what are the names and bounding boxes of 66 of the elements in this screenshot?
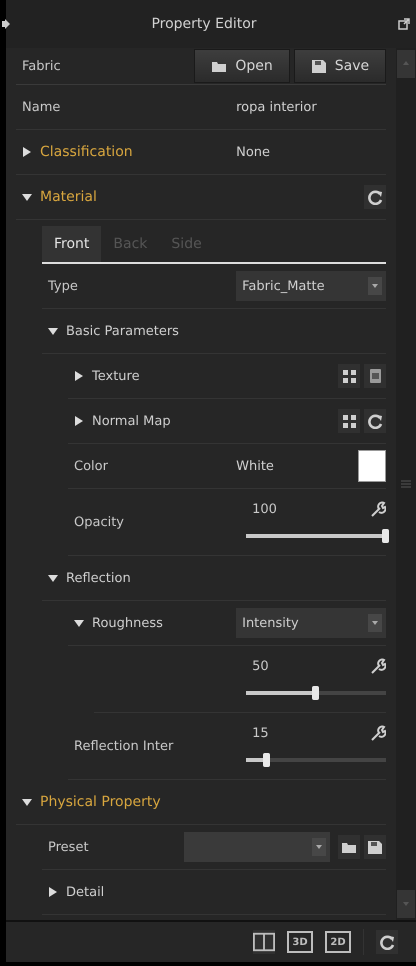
field-label: Name: [22, 100, 60, 114]
field-value: White: [236, 458, 275, 474]
pop-out-icon[interactable]: [398, 18, 410, 30]
expanded-arrow-icon[interactable]: [48, 573, 58, 583]
split-view-button[interactable]: [253, 930, 275, 954]
section-header: Classification: [40, 144, 133, 160]
dropdown[interactable]: Fabric_Matte: [236, 271, 386, 301]
field-label: Fabric: [22, 58, 61, 74]
group-header: Detail: [66, 884, 104, 900]
slider-value: 15: [252, 726, 269, 740]
view-mode-button[interactable]: 2D: [325, 931, 351, 953]
refresh-icon: [380, 934, 394, 950]
refresh-button[interactable]: [364, 409, 386, 433]
group-header: Normal Map: [92, 414, 171, 428]
group-header: Reflection: [66, 570, 131, 586]
section-header: Physical Property: [40, 794, 161, 810]
refresh-icon: [368, 414, 383, 428]
field-label: Color: [74, 458, 108, 474]
section-header: Material: [40, 189, 97, 205]
view-mode-button[interactable]: 3D: [287, 931, 313, 953]
folder-button[interactable]: [338, 835, 360, 859]
grid-button[interactable]: [338, 364, 360, 388]
toolbar-button[interactable]: Open: [194, 49, 290, 83]
field-value: ropa interior: [236, 100, 318, 114]
refresh-button[interactable]: [364, 185, 386, 209]
collapsed-arrow-icon[interactable]: [74, 416, 84, 426]
refresh-button[interactable]: [376, 930, 398, 954]
split-view-icon: [253, 932, 275, 952]
expanded-arrow-icon[interactable]: [48, 326, 58, 336]
field-label: Reflection Inter: [74, 738, 174, 754]
collapsed-arrow-icon[interactable]: [22, 147, 32, 157]
grid-button[interactable]: [338, 409, 360, 433]
grid-icon: [342, 414, 357, 428]
refresh-icon: [368, 190, 383, 204]
field-label: Opacity: [74, 514, 124, 530]
slider-value: 50: [252, 658, 269, 674]
group-header: Basic Parameters: [66, 324, 179, 338]
collapsed-arrow-icon[interactable]: [74, 371, 84, 381]
wrench-icon[interactable]: [370, 501, 386, 517]
field-value: None: [236, 144, 272, 160]
group-header: Roughness: [92, 616, 163, 630]
expanded-arrow-icon[interactable]: [22, 192, 32, 202]
wrench-icon[interactable]: [370, 725, 386, 741]
floppy-disk-button[interactable]: [364, 835, 386, 859]
slider-thumb[interactable]: [312, 686, 320, 700]
folder-icon: [341, 840, 358, 854]
tab[interactable]: Front: [42, 226, 102, 262]
wrench-icon[interactable]: [370, 658, 386, 674]
dropdown[interactable]: Intensity: [236, 608, 386, 638]
scroll-grip-icon: [401, 480, 412, 488]
collapsed-arrow-icon[interactable]: [48, 887, 58, 897]
toolbar-button[interactable]: Save: [294, 49, 386, 83]
field-label: Preset: [48, 840, 89, 854]
document-button[interactable]: [364, 364, 386, 388]
slider-thumb[interactable]: [382, 529, 390, 543]
slider-value: 100: [252, 502, 277, 516]
document-icon: [368, 368, 383, 384]
slider-thumb[interactable]: [263, 753, 270, 767]
expanded-arrow-icon[interactable]: [74, 618, 84, 628]
expanded-arrow-icon[interactable]: [22, 797, 32, 807]
grid-icon: [342, 368, 357, 384]
color-swatch[interactable]: [358, 450, 386, 482]
group-header: Texture: [92, 368, 140, 384]
field-label: Type: [48, 278, 78, 294]
folder-icon: [211, 59, 228, 73]
window-title: Property Editor: [150, 16, 258, 32]
